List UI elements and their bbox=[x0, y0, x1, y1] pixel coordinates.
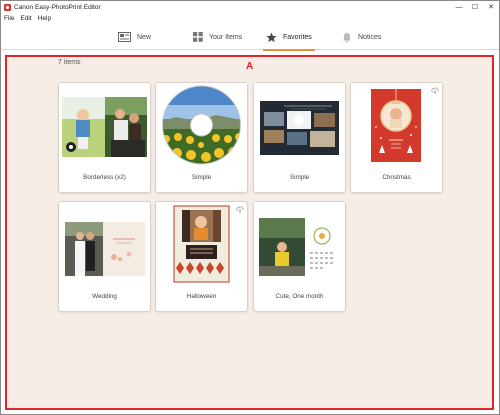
minimize-button[interactable]: — bbox=[451, 1, 467, 13]
favorite-item[interactable]: Halloween bbox=[155, 201, 248, 312]
tab-notices-label: Notices bbox=[358, 33, 382, 41]
item-label: Christmas bbox=[382, 174, 411, 181]
item-thumbnail bbox=[59, 83, 150, 167]
item-thumbnail bbox=[156, 83, 247, 167]
tab-notices[interactable]: Notices bbox=[342, 24, 381, 50]
item-thumbnail bbox=[59, 202, 150, 286]
item-label: Cute, One month bbox=[275, 293, 324, 300]
item-thumbnail bbox=[173, 205, 230, 283]
item-label: Borderless (x2) bbox=[83, 174, 126, 181]
menu-help[interactable]: Help bbox=[35, 15, 54, 22]
item-thumbnail bbox=[371, 89, 421, 162]
star-icon bbox=[266, 32, 277, 42]
item-label: Halloween bbox=[186, 293, 217, 300]
tab-your-items[interactable]: Your Items bbox=[193, 24, 242, 50]
item-label: Wedding bbox=[92, 293, 117, 300]
tab-new[interactable]: New bbox=[118, 24, 151, 50]
favorite-item[interactable]: Cute, One month bbox=[253, 201, 346, 312]
favorite-item[interactable]: Wedding bbox=[58, 201, 151, 312]
window-title: Canon Easy-PhotoPrint Editor bbox=[14, 3, 101, 11]
favorite-item[interactable]: Borderless (x2) bbox=[58, 82, 151, 193]
item-thumbnail bbox=[254, 83, 345, 167]
maximize-button[interactable]: ☐ bbox=[467, 1, 483, 13]
close-button[interactable]: ✕ bbox=[483, 1, 499, 13]
tab-favorites-label: Favorites bbox=[283, 33, 312, 41]
favorite-item[interactable]: Simple bbox=[155, 82, 248, 193]
item-count: 7 items bbox=[58, 59, 81, 66]
title-bar: Canon Easy-PhotoPrint Editor — ☐ ✕ bbox=[1, 1, 499, 13]
item-label: Simple bbox=[289, 174, 310, 181]
menu-edit[interactable]: Edit bbox=[17, 15, 34, 22]
menu-file[interactable]: File bbox=[1, 15, 17, 22]
app-logo-icon bbox=[4, 3, 11, 11]
item-thumbnail bbox=[254, 202, 345, 286]
tab-your-items-label: Your Items bbox=[209, 33, 243, 41]
grid-icon bbox=[193, 32, 203, 42]
item-label: Simple bbox=[191, 174, 212, 181]
favorite-item[interactable]: Christmas bbox=[350, 82, 443, 193]
menu-bar: File Edit Help bbox=[1, 13, 499, 24]
favorite-item[interactable]: Simple bbox=[253, 82, 346, 193]
callout-marker: A bbox=[246, 61, 254, 72]
active-tab-indicator bbox=[263, 49, 315, 51]
tab-favorites[interactable]: Favorites bbox=[263, 24, 315, 51]
new-icon bbox=[118, 32, 131, 42]
main-nav: New Your Items Favorites Notices bbox=[1, 24, 499, 51]
bell-icon bbox=[343, 32, 351, 43]
window-controls: — ☐ ✕ bbox=[451, 1, 499, 13]
tab-new-label: New bbox=[137, 33, 152, 41]
